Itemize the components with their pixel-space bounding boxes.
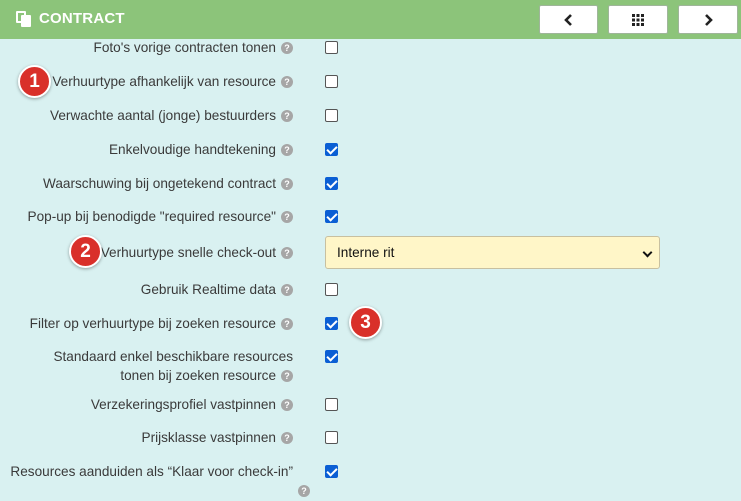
help-icon[interactable]: ? bbox=[281, 144, 293, 156]
checkbox-verwachte-bestuurders[interactable] bbox=[325, 109, 338, 122]
select-value: Interne rit bbox=[337, 245, 395, 260]
checkbox-popup-required-resource[interactable] bbox=[325, 210, 338, 223]
previous-button[interactable] bbox=[539, 5, 598, 34]
setting-label: Prijsklasse vastpinnen bbox=[141, 430, 277, 445]
setting-label: Resources aanduiden als “Klaar voor chec… bbox=[10, 464, 293, 479]
setting-label: Waarschuwing bij ongetekend contract bbox=[43, 176, 276, 191]
next-button[interactable] bbox=[678, 5, 738, 34]
setting-label-line1: Standaard enkel beschikbare resources bbox=[53, 349, 293, 364]
checkbox-fotos-vorige-contracten[interactable] bbox=[325, 41, 338, 54]
checkbox-enkelvoudige-handtekening[interactable] bbox=[325, 143, 338, 156]
help-icon[interactable]: ? bbox=[281, 432, 293, 444]
help-icon[interactable]: ? bbox=[281, 318, 293, 330]
chevron-down-icon bbox=[642, 247, 653, 258]
grid-menu-button[interactable] bbox=[608, 5, 668, 34]
setting-label: Foto's vorige contracten tonen bbox=[93, 40, 276, 55]
header-bar: CONTRACT bbox=[0, 0, 741, 39]
checkbox-standaard-beschikbare-resources[interactable] bbox=[325, 350, 338, 363]
setting-label: Pop-up bij benodigde "required resource" bbox=[27, 209, 276, 224]
verhuurtype-snelle-checkout-select[interactable]: Interne rit bbox=[325, 236, 660, 269]
checkbox-filter-verhuurtype[interactable] bbox=[325, 317, 338, 330]
checkbox-verzekeringsprofiel[interactable] bbox=[325, 398, 338, 411]
setting-label: Verhuurtype afhankelijk van resource bbox=[52, 74, 276, 89]
help-icon[interactable]: ? bbox=[281, 42, 293, 54]
help-icon[interactable]: ? bbox=[281, 399, 293, 411]
checkbox-realtime-data[interactable] bbox=[325, 283, 338, 296]
annotation-badge-1: 1 bbox=[18, 65, 51, 98]
header-title-text: CONTRACT bbox=[39, 10, 125, 27]
chevron-right-icon bbox=[705, 13, 713, 26]
setting-label: Verzekeringsprofiel vastpinnen bbox=[90, 397, 276, 412]
header-title: CONTRACT bbox=[16, 10, 125, 27]
help-icon[interactable]: ? bbox=[281, 211, 293, 223]
setting-label-line2: tonen bij zoeken resource bbox=[120, 368, 276, 383]
help-icon[interactable]: ? bbox=[281, 110, 293, 122]
checkbox-verhuurtype-afhankelijk[interactable] bbox=[325, 75, 338, 88]
chevron-left-icon bbox=[563, 13, 572, 26]
checkbox-klaar-voor-checkin[interactable] bbox=[325, 465, 338, 478]
help-icon[interactable]: ? bbox=[281, 178, 293, 190]
help-icon[interactable]: ? bbox=[281, 247, 293, 259]
help-icon[interactable]: ? bbox=[281, 76, 293, 88]
help-icon[interactable]: ? bbox=[298, 485, 310, 497]
help-icon[interactable]: ? bbox=[281, 370, 293, 382]
setting-label: Gebruik Realtime data bbox=[140, 282, 276, 297]
document-icon bbox=[16, 10, 31, 27]
help-icon[interactable]: ? bbox=[281, 284, 293, 296]
setting-label: Filter op verhuurtype bij zoeken resourc… bbox=[29, 316, 276, 331]
annotation-badge-3: 3 bbox=[349, 306, 382, 339]
checkbox-waarschuwing-ongetekend[interactable] bbox=[325, 177, 338, 190]
setting-label: Enkelvoudige handtekening bbox=[108, 142, 276, 157]
annotation-badge-2: 2 bbox=[69, 235, 102, 268]
grid-icon bbox=[632, 13, 644, 26]
setting-label: Verhuurtype snelle check-out bbox=[100, 245, 276, 260]
checkbox-prijsklasse[interactable] bbox=[325, 431, 338, 444]
setting-label: Verwachte aantal (jonge) bestuurders bbox=[50, 108, 276, 123]
